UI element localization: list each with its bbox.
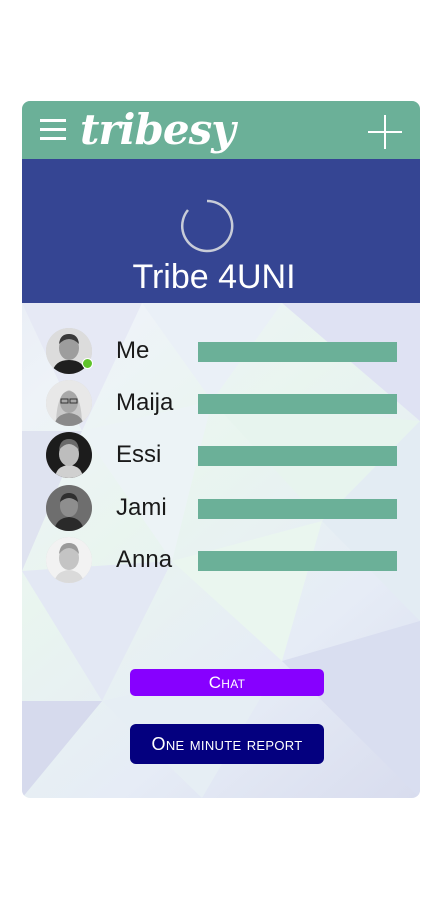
member-bar xyxy=(198,394,397,414)
one-minute-report-button[interactable]: One minute report xyxy=(130,724,324,764)
member-name: Anna xyxy=(116,546,173,573)
avatar xyxy=(46,537,92,583)
member-bar xyxy=(198,551,397,571)
plus-icon[interactable] xyxy=(368,115,402,149)
avatar xyxy=(46,380,92,426)
member-row[interactable]: Me xyxy=(22,328,420,374)
tribe-header: Tribe 4UNI xyxy=(22,159,420,303)
loading-spinner-icon xyxy=(180,199,234,253)
online-status-dot xyxy=(82,358,93,369)
member-row[interactable]: Essi xyxy=(22,432,420,478)
member-row[interactable]: Jami xyxy=(22,485,420,531)
member-name: Maija xyxy=(116,389,174,416)
avatar xyxy=(46,432,92,478)
member-name: Me xyxy=(116,337,150,364)
top-bar: tribesy xyxy=(22,101,420,159)
member-bar xyxy=(198,499,397,519)
hamburger-menu-icon[interactable] xyxy=(38,117,68,143)
member-bar xyxy=(198,342,397,362)
chat-button[interactable]: Chat xyxy=(130,669,324,696)
app-screen: tribesy Tribe 4UNI Me Maija Essi Jami An… xyxy=(22,101,420,798)
member-row[interactable]: Anna xyxy=(22,537,420,583)
member-bar xyxy=(198,446,397,466)
avatar xyxy=(46,485,92,531)
member-name: Essi xyxy=(116,441,162,468)
app-logo: tribesy xyxy=(80,105,236,154)
member-row[interactable]: Maija xyxy=(22,380,420,426)
member-name: Jami xyxy=(116,494,167,521)
tribe-title: Tribe 4UNI xyxy=(132,258,296,296)
